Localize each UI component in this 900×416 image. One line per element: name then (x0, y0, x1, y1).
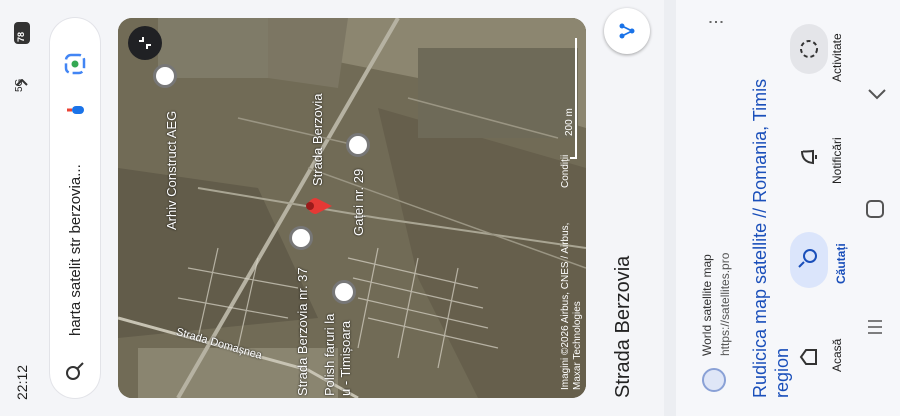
recent-apps-icon[interactable] (864, 316, 886, 343)
battery-level: 78 (16, 31, 26, 42)
map-conditions-link[interactable]: Condiții (560, 155, 571, 188)
map-label-polish-1: Polish faruri la (322, 313, 337, 396)
result-url[interactable]: https://satellites.pro (718, 253, 732, 356)
map-label-gatei: Gaței nr. 29 (351, 168, 366, 236)
satellite-map[interactable]: Arhiv Construct AEG Strada Berzovia Gațe… (118, 18, 586, 398)
status-time: 22:12 (14, 364, 30, 400)
nav-activity-label[interactable]: Activitate (830, 33, 844, 82)
nav-activity-tab[interactable] (790, 24, 828, 74)
place-pin-berzovia37[interactable] (289, 226, 313, 250)
place-pin-arhiv[interactable] (153, 64, 177, 88)
result-title-line1[interactable]: Rudicica map satellite // Romania, Timis (750, 79, 771, 398)
home-nav-icon[interactable] (866, 200, 884, 218)
search-icon[interactable] (64, 360, 86, 387)
home-icon[interactable] (798, 346, 820, 373)
result-title-line2[interactable]: region (772, 348, 793, 398)
place-title: Strada Berzovia (612, 255, 634, 398)
nav-notifications-label[interactable]: Notificări (830, 137, 844, 184)
results-panel: World satellite map https://satellites.p… (676, 0, 900, 416)
status-bar: 22:12 5G 78 (0, 0, 44, 416)
collapse-map-button[interactable] (128, 26, 162, 60)
result-site-name: World satellite map (700, 254, 714, 356)
map-label-arhiv: Arhiv Construct AEG (164, 110, 179, 230)
place-pin-gatei[interactable] (346, 133, 370, 157)
search-bar[interactable]: harta satelit str berzovia... (50, 18, 100, 398)
panel-divider (664, 0, 676, 416)
search-input[interactable]: harta satelit str berzovia... (67, 164, 84, 336)
microphone-icon[interactable] (64, 102, 86, 129)
battery-icon: 78 (14, 22, 30, 44)
map-attribution-line1: Imagini ©2026 Airbus, CNES / Airbus, (560, 222, 571, 390)
map-label-berzovia37: Strada Berzovia nr. 37 (295, 267, 310, 396)
nav-search-tab[interactable] (790, 232, 828, 288)
nav-home-label[interactable]: Acasă (830, 339, 844, 372)
map-scale-label: 200 m (564, 108, 575, 136)
map-label-strada-berzovia: Strada Berzovia (310, 93, 325, 187)
bell-icon[interactable] (798, 146, 820, 173)
map-attribution-line2: Maxar Technologies (572, 301, 583, 390)
back-nav-icon[interactable] (866, 84, 888, 111)
nav-search-label[interactable]: Căutați (834, 243, 848, 284)
wifi-icon (16, 76, 28, 86)
more-options-icon[interactable]: ⋮ (706, 14, 726, 30)
place-pin-polish[interactable] (332, 280, 356, 304)
lens-icon[interactable] (63, 52, 87, 81)
directions-button[interactable] (604, 8, 650, 54)
map-label-polish-2: u - Timișoara (338, 320, 353, 396)
site-favicon (702, 368, 726, 392)
